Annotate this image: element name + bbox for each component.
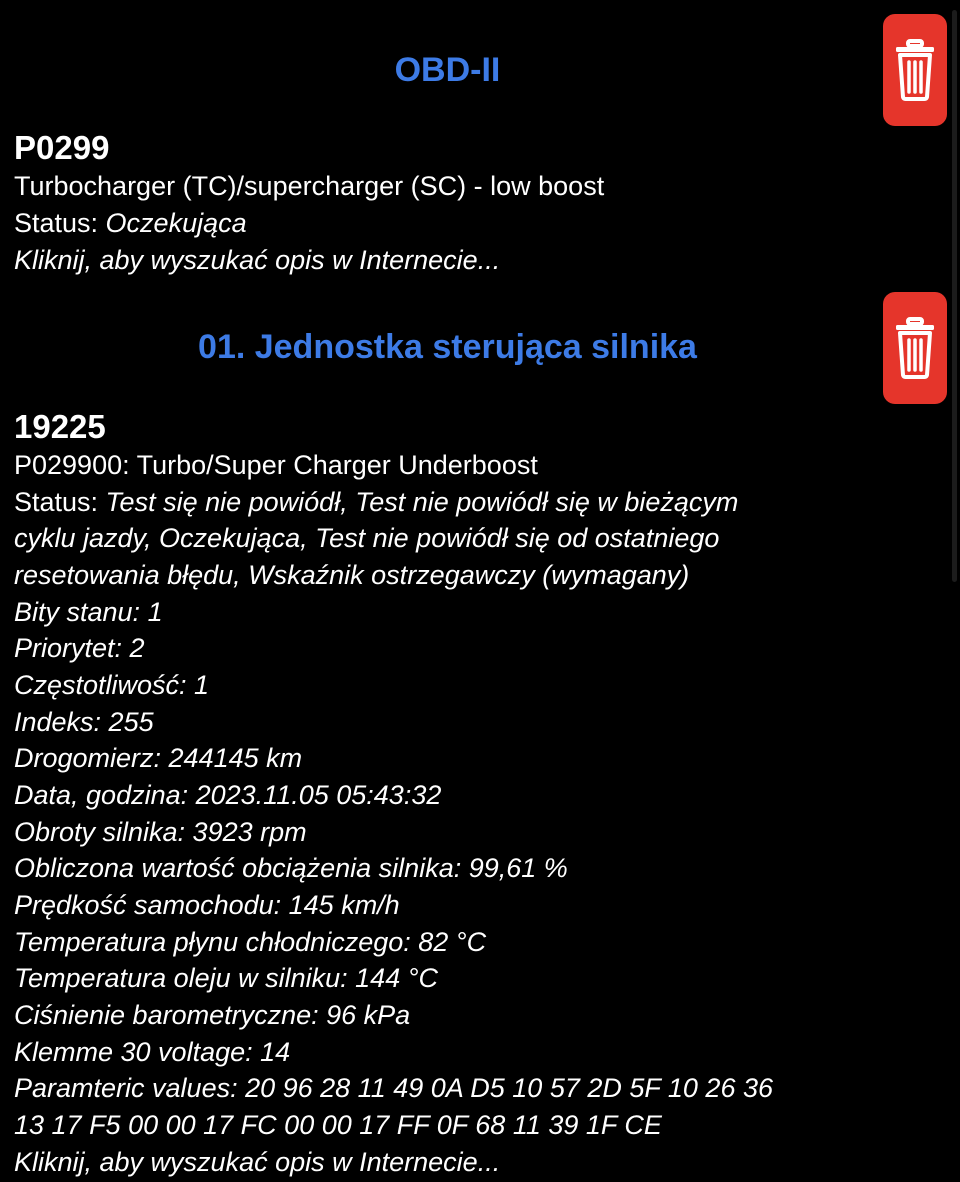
- status-line: Status: Test się nie powiódł, Test nie p…: [14, 484, 738, 521]
- status-value-continued: cyklu jazdy, Oczekująca, Test nie powiód…: [14, 523, 720, 553]
- detail-parametric-values: Paramteric values: 20 96 28 11 49 0A D5 …: [14, 1073, 773, 1103]
- error-description: Turbocharger (TC)/supercharger (SC) - lo…: [14, 171, 605, 201]
- detail-vehicle-speed: Prędkość samochodu: 145 km/h: [14, 890, 400, 920]
- detail-odometer: Drogomierz: 244145 km: [14, 743, 303, 773]
- status-line: Status: Oczekująca: [14, 205, 247, 242]
- status-label: Status:: [14, 208, 106, 238]
- detail-status-bits: Bity stanu: 1: [14, 597, 163, 627]
- section-title-engine-ecu: 01. Jednostka sterująca silnika: [198, 328, 697, 366]
- status-value: Oczekująca: [105, 208, 247, 238]
- detail-parametric-values-continued: 13 17 F5 00 00 17 FC 00 00 17 FF 0F 68 1…: [14, 1110, 662, 1140]
- detail-date-time: Data, godzina: 2023.11.05 05:43:32: [14, 780, 442, 810]
- detail-engine-rpm: Obroty silnika: 3923 rpm: [14, 817, 307, 847]
- error-description: P029900: Turbo/Super Charger Underboost: [14, 450, 538, 480]
- status-value-continued: resetowania błędu, Wskaźnik ostrzegawczy…: [14, 560, 690, 590]
- detail-oil-temp: Temperatura oleju w silniku: 144 °C: [14, 963, 439, 993]
- detail-engine-load: Obliczona wartość obciążenia silnika: 99…: [14, 853, 568, 883]
- status-label: Status:: [14, 487, 106, 517]
- error-code: 19225: [14, 408, 106, 445]
- trash-icon: [896, 39, 934, 101]
- delete-button-engine-ecu[interactable]: [883, 292, 947, 404]
- detail-priority: Priorytet: 2: [14, 633, 145, 663]
- trash-icon: [896, 317, 934, 379]
- search-online-link[interactable]: Kliknij, aby wyszukać opis w Internecie.…: [14, 1144, 500, 1181]
- search-online-link[interactable]: Kliknij, aby wyszukać opis w Internecie.…: [14, 242, 500, 279]
- detail-klemme30-voltage: Klemme 30 voltage: 14: [14, 1037, 291, 1067]
- section-title-obd2: OBD-II: [394, 51, 501, 89]
- detail-frequency: Częstotliwość: 1: [14, 670, 210, 700]
- error-code: P0299: [14, 129, 110, 166]
- detail-barometric-pressure: Ciśnienie barometryczne: 96 kPa: [14, 1000, 411, 1030]
- status-value: Test się nie powiódł, Test nie powiódł s…: [105, 487, 739, 517]
- scrollbar[interactable]: [952, 10, 957, 582]
- detail-coolant-temp: Temperatura płynu chłodniczego: 82 °C: [14, 927, 487, 957]
- detail-index: Indeks: 255: [14, 707, 154, 737]
- delete-button-obd2[interactable]: [883, 14, 947, 126]
